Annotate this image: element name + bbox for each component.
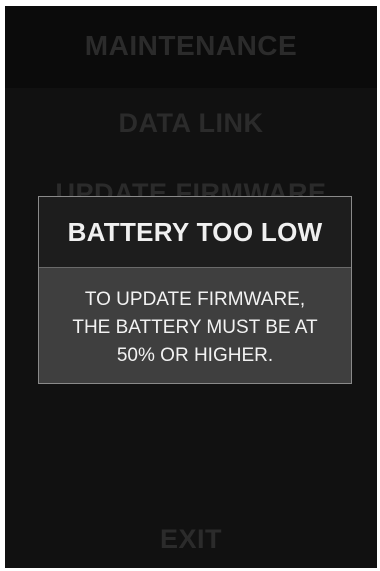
menu-item-data-link[interactable]: DATA LINK bbox=[5, 108, 377, 139]
header-bar: MAINTENANCE bbox=[5, 6, 377, 88]
dialog-message: TO UPDATE FIRMWARE, THE BATTERY MUST BE … bbox=[39, 268, 351, 370]
battery-low-dialog[interactable]: BATTERY TOO LOW TO UPDATE FIRMWARE, THE … bbox=[38, 196, 352, 384]
dialog-header: BATTERY TOO LOW bbox=[39, 197, 351, 268]
dialog-title: BATTERY TOO LOW bbox=[67, 216, 323, 247]
menu-item-exit[interactable]: EXIT bbox=[5, 524, 377, 555]
page-title: MAINTENANCE bbox=[84, 30, 298, 61]
device-screen: MAINTENANCE DATA LINK UPDATE FIRMWARE EX… bbox=[5, 6, 377, 568]
dialog-message-line: 50% OR HIGHER. bbox=[116, 345, 274, 366]
dialog-message-line: TO UPDATE FIRMWARE, bbox=[84, 289, 306, 310]
dialog-message-line: THE BATTERY MUST BE AT bbox=[72, 317, 318, 338]
